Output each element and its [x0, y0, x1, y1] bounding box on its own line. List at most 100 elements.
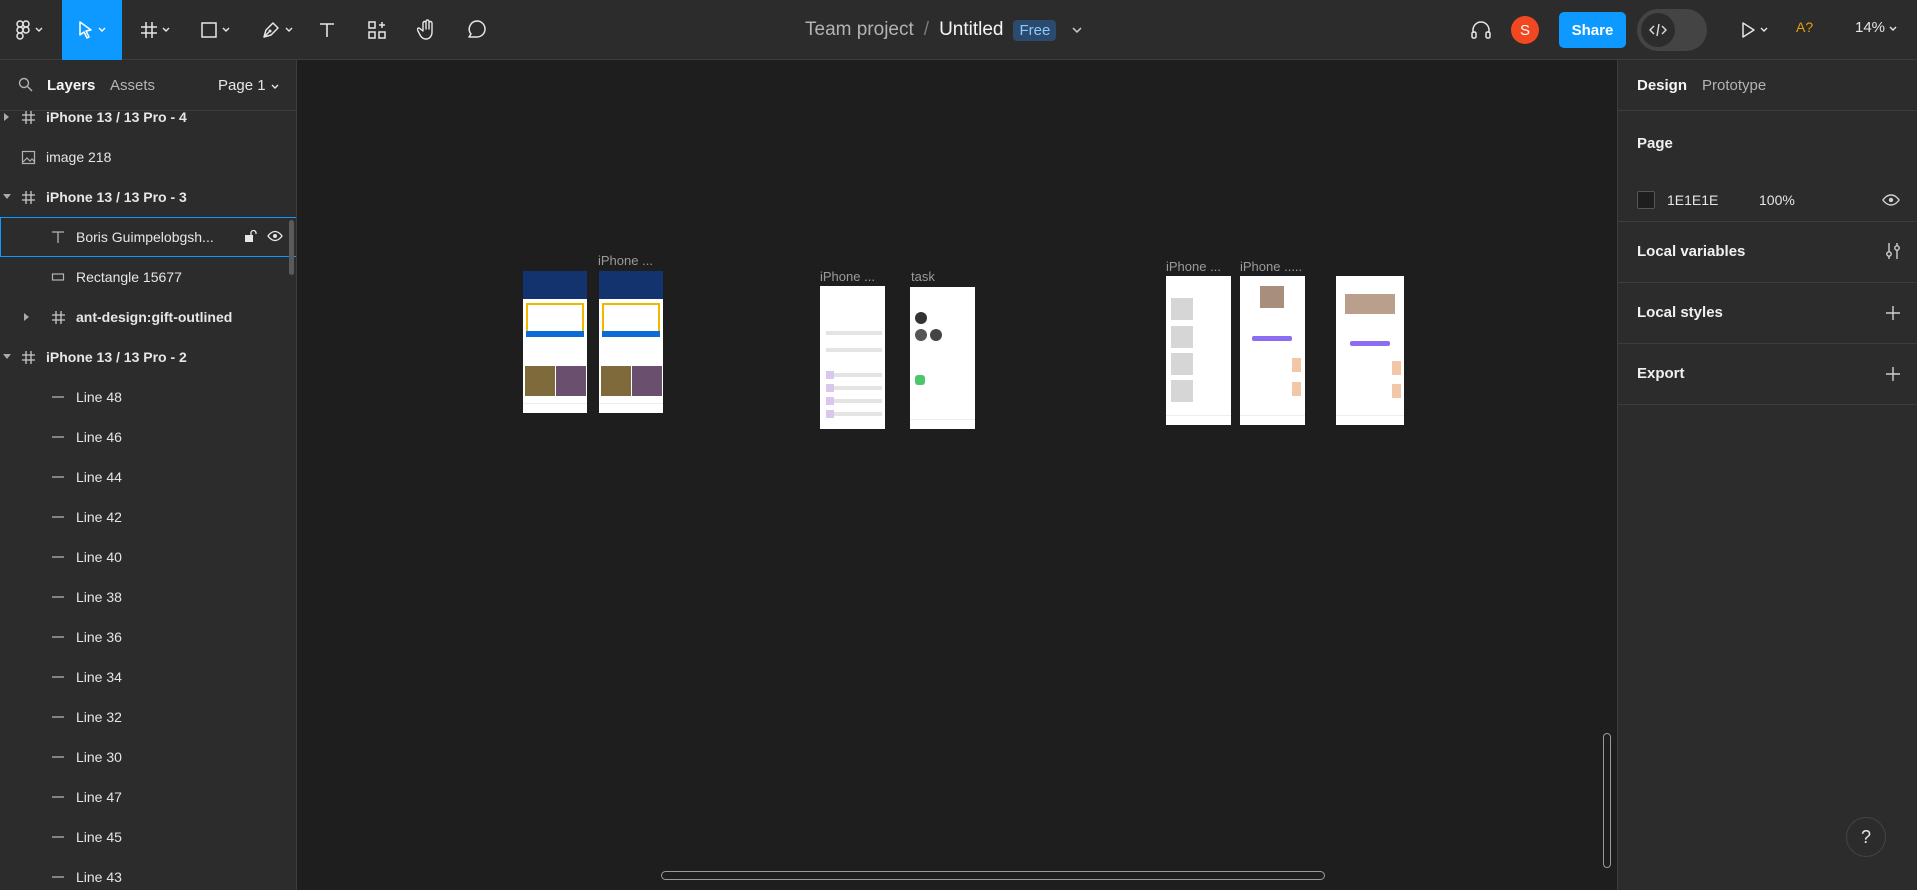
line-icon — [50, 669, 66, 685]
layer-name: iPhone 13 / 13 Pro - 2 — [46, 349, 187, 365]
resources-tool-button[interactable] — [362, 0, 392, 60]
page-section: Page 1E1E1E 100% — [1618, 111, 1917, 222]
layer-row[interactable]: Line 47 — [0, 777, 296, 817]
file-menu-chevron-icon[interactable] — [1072, 26, 1082, 34]
page-opacity-value[interactable]: 100% — [1759, 192, 1795, 208]
eye-icon[interactable] — [267, 229, 283, 246]
search-icon[interactable] — [18, 77, 33, 95]
help-button[interactable]: ? — [1846, 817, 1886, 857]
layer-row[interactable]: Rectangle 15677 — [0, 257, 296, 297]
layer-name: Line 42 — [76, 509, 122, 525]
frame-label[interactable]: task — [911, 269, 935, 284]
layer-row[interactable]: iPhone 13 / 13 Pro - 4 — [0, 97, 296, 137]
caret-down-icon[interactable] — [2, 352, 12, 362]
layer-row[interactable]: Line 48 — [0, 377, 296, 417]
main-menu-button[interactable] — [6, 0, 52, 60]
frame-label[interactable]: iPhone ... — [820, 269, 875, 284]
line-icon — [50, 629, 66, 645]
chevron-down-icon — [222, 27, 230, 33]
layer-name: Line 30 — [76, 749, 122, 765]
caret-down-icon[interactable] — [2, 192, 12, 202]
layer-name: Line 46 — [76, 429, 122, 445]
local-styles-section[interactable]: Local styles — [1618, 283, 1917, 344]
share-button[interactable]: Share — [1559, 12, 1626, 48]
tab-design[interactable]: Design — [1637, 77, 1687, 94]
canvas-frame-task[interactable] — [910, 287, 975, 429]
page-selector[interactable]: Page 1 — [218, 77, 279, 94]
present-button[interactable] — [1734, 0, 1774, 60]
frame-label[interactable]: iPhone ... — [1166, 259, 1221, 274]
hand-tool-button[interactable] — [412, 0, 442, 60]
layer-row[interactable]: Line 46 — [0, 417, 296, 457]
layer-row[interactable]: Boris Guimpelobgsh... — [0, 217, 296, 257]
pen-tool-button[interactable] — [252, 0, 302, 60]
canvas-frame-list[interactable] — [820, 286, 885, 429]
layer-row[interactable]: Line 32 — [0, 697, 296, 737]
caret-right-icon[interactable] — [2, 112, 12, 122]
chevron-down-icon — [35, 27, 43, 33]
audio-call-button[interactable] — [1466, 0, 1496, 60]
layer-row[interactable]: Line 45 — [0, 817, 296, 857]
canvas-frame-booking-1[interactable] — [523, 271, 587, 413]
move-tool-button[interactable] — [62, 0, 122, 60]
layer-row[interactable]: iPhone 13 / 13 Pro - 3 — [0, 177, 296, 217]
plus-icon[interactable] — [1885, 366, 1901, 385]
unlock-icon[interactable] — [243, 229, 257, 246]
layer-row[interactable]: image 218 — [0, 137, 296, 177]
canvas-frame-profile-2[interactable] — [1336, 276, 1404, 425]
local-variables-section[interactable]: Local variables — [1618, 222, 1917, 283]
layer-row[interactable]: iPhone 13 / 13 Pro - 2 — [0, 337, 296, 377]
line-icon — [50, 469, 66, 485]
export-section[interactable]: Export — [1618, 344, 1917, 405]
caret-right-icon[interactable] — [22, 312, 32, 322]
frame-tool-button[interactable] — [130, 0, 180, 60]
layer-row[interactable]: Line 38 — [0, 577, 296, 617]
zoom-menu[interactable]: 14% — [1855, 19, 1897, 36]
layer-row[interactable]: Line 43 — [0, 857, 296, 890]
vertical-scrollbar[interactable] — [1603, 733, 1611, 868]
frame-label[interactable]: iPhone ... — [598, 253, 653, 268]
page-selector-label: Page 1 — [218, 77, 266, 94]
layer-name: Line 43 — [76, 869, 122, 885]
canvas-frame-placeholder[interactable] — [1166, 276, 1231, 425]
plus-icon[interactable] — [1885, 305, 1901, 324]
hand-icon — [417, 19, 437, 41]
layer-row[interactable]: Line 34 — [0, 657, 296, 697]
tab-prototype[interactable]: Prototype — [1702, 77, 1766, 94]
layer-row[interactable]: Line 36 — [0, 617, 296, 657]
eye-icon[interactable] — [1882, 193, 1900, 210]
layer-name: Boris Guimpelobgsh... — [76, 229, 214, 245]
user-avatar[interactable]: S — [1511, 16, 1539, 44]
page-color-hex[interactable]: 1E1E1E — [1667, 192, 1718, 208]
comment-tool-button[interactable] — [462, 0, 492, 60]
page-color-swatch[interactable] — [1637, 191, 1655, 209]
layer-row[interactable]: Line 44 — [0, 457, 296, 497]
layer-row[interactable]: Line 40 — [0, 537, 296, 577]
dev-mode-toggle[interactable] — [1637, 9, 1707, 51]
line-icon — [50, 429, 66, 445]
team-name[interactable]: Team project — [805, 19, 914, 41]
layer-row[interactable]: ant-design:gift-outlined — [0, 297, 296, 337]
design-canvas[interactable]: iPhone ... iPhone ... task iPhone ... iP… — [297, 60, 1617, 890]
layer-row[interactable]: Line 30 — [0, 737, 296, 777]
cursor-arrow-icon — [78, 21, 94, 39]
canvas-frame-profile-1[interactable] — [1240, 276, 1305, 425]
variables-sliders-icon[interactable] — [1885, 242, 1901, 263]
text-tool-button[interactable] — [312, 0, 342, 60]
file-name[interactable]: Untitled — [939, 19, 1003, 41]
layers-panel: Layers Assets Page 1 iPhone 13 / 13 Pro … — [0, 60, 297, 890]
frame-label[interactable]: iPhone ..... — [1240, 259, 1302, 274]
shape-tool-button[interactable] — [190, 0, 240, 60]
missing-fonts-indicator[interactable]: A? — [1796, 19, 1813, 35]
frame-hash-icon — [140, 21, 158, 39]
text-t-icon — [50, 229, 66, 245]
tab-assets[interactable]: Assets — [110, 77, 155, 94]
layer-name: Line 36 — [76, 629, 122, 645]
horizontal-scrollbar[interactable] — [661, 871, 1325, 880]
canvas-frame-booking-2[interactable] — [599, 271, 663, 413]
layer-row[interactable]: Line 42 — [0, 497, 296, 537]
plan-badge[interactable]: Free — [1013, 19, 1057, 41]
tab-layers[interactable]: Layers — [47, 77, 95, 94]
local-variables-title: Local variables — [1637, 243, 1746, 260]
layers-scrollbar[interactable] — [289, 220, 294, 275]
